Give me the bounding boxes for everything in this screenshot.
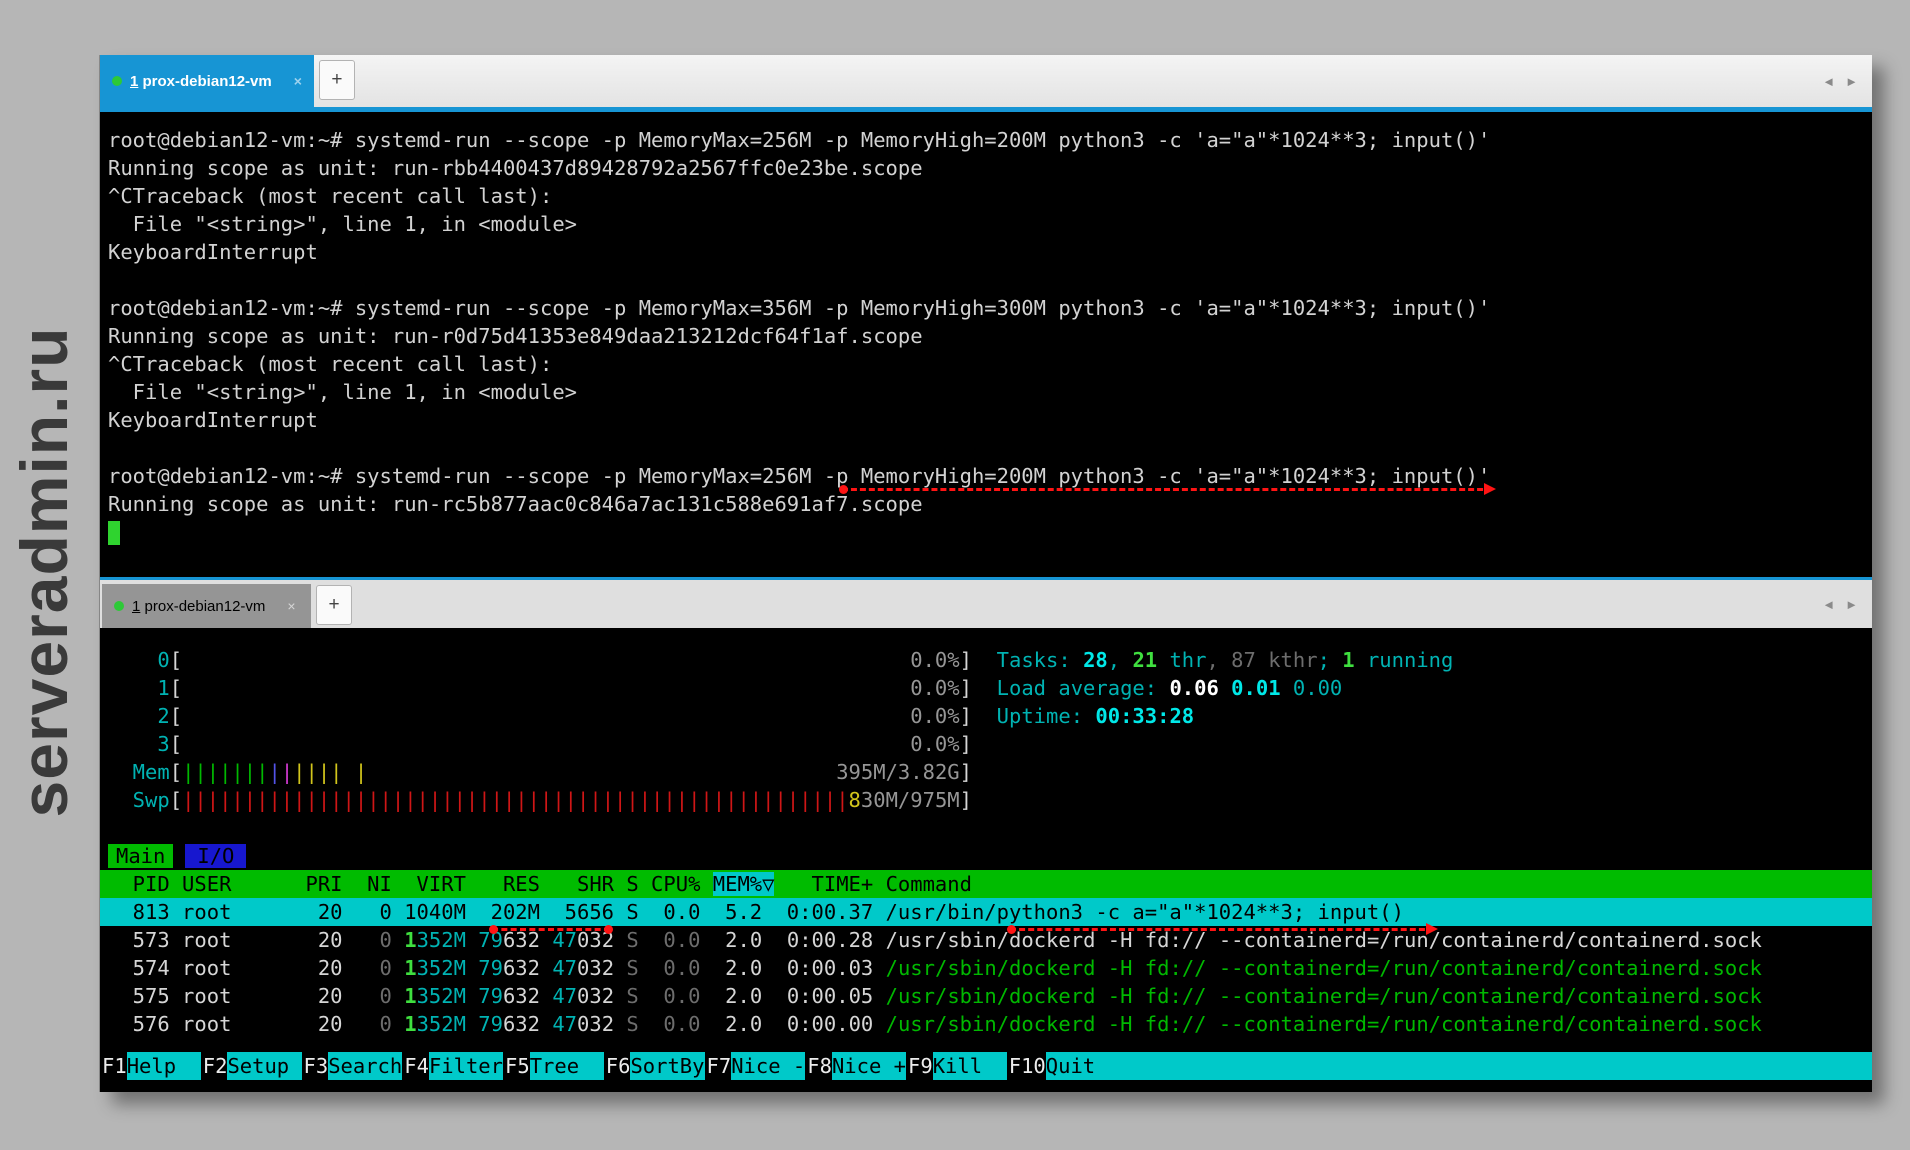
terminal-output-shell[interactable]: root@debian12-vm:~# systemd-run --scope …: [100, 112, 1872, 577]
page: { "watermark": {"text": "serveradmin.ru"…: [0, 0, 1910, 1150]
terminal-line: root@debian12-vm:~# systemd-run --scope …: [100, 126, 1872, 154]
new-tab-button[interactable]: +: [316, 585, 352, 625]
table-header[interactable]: PID USER PRI NI VIRT RES SHR S CPU% MEM%…: [100, 870, 1872, 898]
fkey-f5[interactable]: F5: [503, 1052, 530, 1080]
terminal-line: Running scope as unit: run-rbb4400437d89…: [100, 154, 1872, 182]
terminal-line: Running scope as unit: run-rc5b877aac0c8…: [100, 490, 1872, 518]
process-row[interactable]: 576 root 20 0 1352M 79632 47032 S 0.0 2.…: [100, 1010, 1872, 1038]
terminal-line: KeyboardInterrupt: [100, 238, 1872, 266]
terminal-line: File "<string>", line 1, in <module>: [100, 378, 1872, 406]
fkey-f6[interactable]: F6: [604, 1052, 631, 1080]
terminal-line: [100, 518, 1872, 546]
fkey-label-f6[interactable]: SortBy: [630, 1052, 704, 1080]
terminal-line: [100, 434, 1872, 462]
watermark: serveradmin.ru: [6, 327, 82, 818]
fkey-label-f5[interactable]: Tree: [530, 1052, 604, 1080]
tab-label: 1 prox-debian12-vm: [132, 598, 265, 615]
session-status-dot: [114, 601, 124, 611]
mem-meter: Mem[||||||||||||| | 395M/3.82G]: [100, 758, 1872, 786]
terminal-cursor: [108, 521, 120, 545]
terminal-line: Running scope as unit: run-r0d75d41353e8…: [100, 322, 1872, 350]
fkey-label-f10[interactable]: Quit: [1046, 1052, 1095, 1080]
tab-label: 1 prox-debian12-vm: [130, 73, 272, 90]
process-row[interactable]: 813 root 20 0 1040M 202M 5656 S 0.0 5.2 …: [100, 898, 1872, 926]
tab-prox-debian12-vm[interactable]: 1 prox-debian12-vm ×: [100, 55, 314, 107]
cpu-meter-0: 0[ 0.0%] Tasks: 28, 21 thr, 87 kthr; 1 r…: [100, 646, 1872, 674]
tabbar-upper: 1 prox-debian12-vm × + ◄ ►: [100, 55, 1872, 107]
fkey-label-f8[interactable]: Nice +: [832, 1052, 906, 1080]
process-row[interactable]: 574 root 20 0 1352M 79632 47032 S 0.0 2.…: [100, 954, 1872, 982]
terminal-line: root@debian12-vm:~# systemd-run --scope …: [100, 294, 1872, 322]
cpu-meter-1: 1[ 0.0%] Load average: 0.06 0.01 0.00: [100, 674, 1872, 702]
fkey-f7[interactable]: F7: [705, 1052, 732, 1080]
new-tab-button[interactable]: +: [319, 60, 355, 100]
fkey-label-f9[interactable]: Kill: [933, 1052, 1007, 1080]
terminal-line: ^CTraceback (most recent call last):: [100, 182, 1872, 210]
fkey-f2[interactable]: F2: [201, 1052, 228, 1080]
fkey-f4[interactable]: F4: [402, 1052, 429, 1080]
fkey-bar-fill: [1095, 1052, 1872, 1080]
tab-scroll-nav: ◄ ►: [1822, 55, 1872, 107]
terminal-line: ^CTraceback (most recent call last):: [100, 350, 1872, 378]
tab-prox-debian12-vm[interactable]: 1 prox-debian12-vm ×: [102, 584, 311, 628]
close-icon[interactable]: ×: [294, 73, 302, 89]
fkey-label-f4[interactable]: Filter: [429, 1052, 503, 1080]
terminal-window: 1 prox-debian12-vm × + ◄ ► root@debian12…: [100, 55, 1872, 1092]
fkey-f8[interactable]: F8: [805, 1052, 832, 1080]
function-key-bar: F1Help F2Setup F3SearchF4FilterF5Tree F6…: [100, 1052, 1872, 1080]
terminal-line: [100, 814, 1872, 842]
scroll-right-icon[interactable]: ►: [1845, 597, 1858, 612]
fkey-f9[interactable]: F9: [906, 1052, 933, 1080]
fkey-f1[interactable]: F1: [100, 1052, 127, 1080]
session-status-dot: [112, 76, 122, 86]
scroll-left-icon[interactable]: ◄: [1822, 597, 1835, 612]
fkey-f3[interactable]: F3: [302, 1052, 329, 1080]
process-row[interactable]: 575 root 20 0 1352M 79632 47032 S 0.0 2.…: [100, 982, 1872, 1010]
swap-meter: Swp[||||||||||||||||||||||||||||||||||||…: [100, 786, 1872, 814]
fkey-label-f1[interactable]: Help: [127, 1052, 201, 1080]
terminal-line: [100, 266, 1872, 294]
cpu-meter-3: 3[ 0.0%]: [100, 730, 1872, 758]
process-row[interactable]: 573 root 20 0 1352M 79632 47032 S 0.0 2.…: [100, 926, 1872, 954]
screen-tabs[interactable]: MainI/O: [100, 842, 1872, 870]
htop-screen[interactable]: 0[ 0.0%] Tasks: 28, 21 thr, 87 kthr; 1 r…: [100, 628, 1872, 1092]
fkey-label-f3[interactable]: Search: [328, 1052, 402, 1080]
fkey-label-f7[interactable]: Nice -: [731, 1052, 805, 1080]
annotation-underline-command: [842, 488, 1492, 491]
scroll-right-icon[interactable]: ►: [1845, 74, 1858, 89]
tab-scroll-nav: ◄ ►: [1822, 580, 1872, 628]
close-icon[interactable]: ×: [287, 598, 295, 614]
terminal-line: KeyboardInterrupt: [100, 406, 1872, 434]
terminal-line: File "<string>", line 1, in <module>: [100, 210, 1872, 238]
annotation-underline-res: [492, 928, 610, 931]
fkey-f10[interactable]: F10: [1007, 1052, 1046, 1080]
tabbar-lower: 1 prox-debian12-vm × + ◄ ►: [100, 577, 1872, 628]
annotation-underline-process: [1010, 928, 1434, 931]
fkey-label-f2[interactable]: Setup: [227, 1052, 301, 1080]
scroll-left-icon[interactable]: ◄: [1822, 74, 1835, 89]
cpu-meter-2: 2[ 0.0%] Uptime: 00:33:28: [100, 702, 1872, 730]
terminal-line: root@debian12-vm:~# systemd-run --scope …: [100, 462, 1872, 490]
